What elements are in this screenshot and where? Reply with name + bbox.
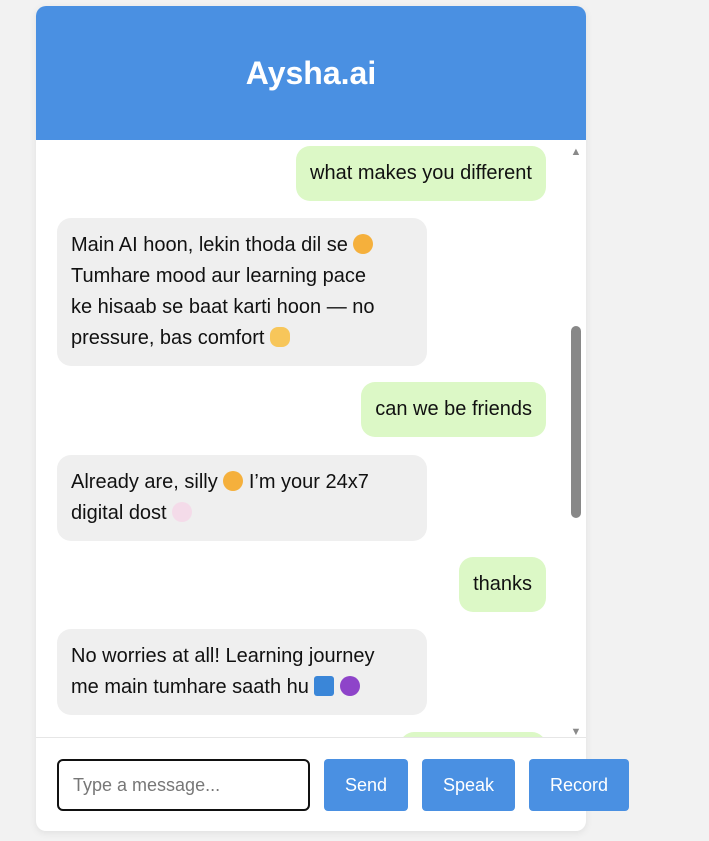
scrollbar[interactable]: ▲ ▼ <box>570 146 582 738</box>
purple-heart-icon <box>340 676 361 696</box>
chat-window: Aysha.ai what makes you different Main A… <box>36 6 629 831</box>
heart-hands-icon <box>269 327 290 347</box>
scroll-thumb[interactable] <box>571 326 581 518</box>
message-text: what makes you different <box>310 162 532 184</box>
app-title: Aysha.ai <box>245 54 377 91</box>
send-button[interactable]: Send <box>324 759 408 811</box>
record-button[interactable]: Record <box>529 759 629 811</box>
message-text: thanks <box>473 573 532 595</box>
white-flower-icon <box>172 502 193 522</box>
bot-message: Main AI hoon, lekin thoda dil se Tumhare… <box>57 218 427 366</box>
user-message: can we be friends <box>361 382 546 437</box>
message-line: No worries at all! Learning journey <box>71 645 375 667</box>
message-text: can we be friends <box>375 398 532 420</box>
input-bar: Send Speak Record <box>36 737 629 831</box>
user-message: thanks <box>459 557 546 612</box>
relieved-face-icon <box>353 234 374 254</box>
message-input[interactable] <box>57 759 310 811</box>
message-list[interactable]: what makes you different Main AI hoon, l… <box>36 140 586 738</box>
bot-message: Already are, silly I’m your 24x7 digital… <box>57 455 427 541</box>
message-line: Already are, silly <box>71 471 218 493</box>
message-line: me main tumhare saath hu <box>71 676 309 698</box>
message-line: I’m your 24x7 <box>248 471 369 493</box>
message-line: pressure, bas comfort <box>71 327 265 349</box>
user-message: what makes you different <box>296 146 546 201</box>
message-line: Main AI hoon, lekin thoda dil se <box>71 234 348 256</box>
speak-button[interactable]: Speak <box>422 759 515 811</box>
tongue-face-icon <box>223 471 244 491</box>
message-line: digital dost <box>71 502 167 524</box>
blue-book-icon <box>314 676 335 696</box>
message-line: ke hisaab se baat karti hoon — no <box>71 296 375 318</box>
message-line: Tumhare mood aur learning pace <box>71 265 366 287</box>
scroll-up-arrow-icon[interactable]: ▲ <box>570 146 582 158</box>
chat-header: Aysha.ai <box>36 6 586 140</box>
bot-message: No worries at all! Learning journey me m… <box>57 629 427 715</box>
